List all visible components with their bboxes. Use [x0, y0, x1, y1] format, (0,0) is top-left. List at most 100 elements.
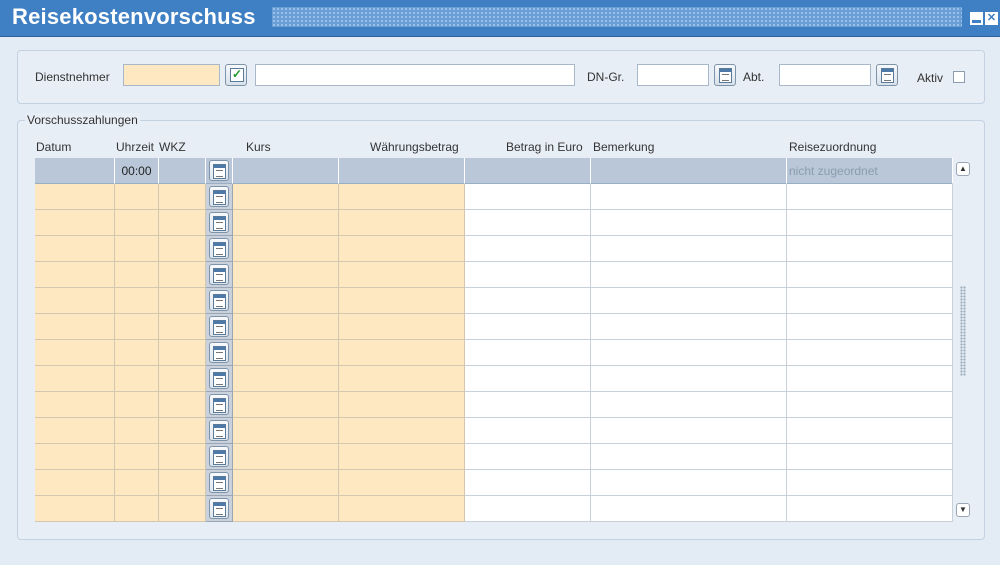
kurs-lookup-button[interactable]	[209, 368, 229, 389]
cell-bemerkung[interactable]	[591, 236, 787, 262]
cell-kurs[interactable]	[233, 158, 339, 184]
cell-waehrungsbetrag[interactable]	[339, 418, 465, 444]
title-drag-area[interactable]	[272, 7, 962, 27]
cell-betrag-euro[interactable]	[465, 418, 591, 444]
table-row[interactable]	[35, 236, 953, 262]
cell-wkz[interactable]	[159, 340, 206, 366]
cell-uhrzeit[interactable]	[115, 470, 159, 496]
cell-kurs-button[interactable]	[206, 496, 233, 522]
cell-betrag-euro[interactable]	[465, 236, 591, 262]
kurs-lookup-button[interactable]	[209, 472, 229, 493]
table-row[interactable]	[35, 288, 953, 314]
cell-datum[interactable]	[35, 470, 115, 496]
table-row[interactable]	[35, 340, 953, 366]
cell-reisezuordnung[interactable]	[787, 236, 953, 262]
cell-bemerkung[interactable]	[591, 418, 787, 444]
cell-kurs-button[interactable]	[206, 288, 233, 314]
cell-reisezuordnung[interactable]	[787, 340, 953, 366]
table-row[interactable]	[35, 444, 953, 470]
abt-field[interactable]	[779, 64, 871, 86]
cell-reisezuordnung[interactable]	[787, 288, 953, 314]
cell-wkz[interactable]	[159, 470, 206, 496]
cell-waehrungsbetrag[interactable]	[339, 236, 465, 262]
cell-wkz[interactable]	[159, 158, 206, 184]
cell-waehrungsbetrag[interactable]	[339, 158, 465, 184]
cell-datum[interactable]	[35, 392, 115, 418]
cell-kurs[interactable]	[233, 340, 339, 366]
cell-uhrzeit[interactable]	[115, 236, 159, 262]
kurs-lookup-button[interactable]	[209, 238, 229, 259]
cell-datum[interactable]	[35, 444, 115, 470]
cell-reisezuordnung[interactable]	[787, 496, 953, 522]
grid-scrollbar[interactable]: ▲ ▼	[955, 158, 970, 521]
table-row[interactable]: 00:00 nicht zugeordnet	[35, 158, 953, 184]
cell-reisezuordnung[interactable]	[787, 262, 953, 288]
kurs-lookup-button[interactable]	[209, 446, 229, 467]
cell-reisezuordnung[interactable]	[787, 392, 953, 418]
minimize-icon[interactable]	[970, 12, 983, 25]
cell-kurs[interactable]	[233, 288, 339, 314]
cell-waehrungsbetrag[interactable]	[339, 496, 465, 522]
cell-bemerkung[interactable]	[591, 366, 787, 392]
dngr-lookup-button[interactable]	[714, 64, 736, 86]
table-row[interactable]	[35, 184, 953, 210]
cell-bemerkung[interactable]	[591, 210, 787, 236]
cell-wkz[interactable]	[159, 392, 206, 418]
cell-kurs-button[interactable]	[206, 210, 233, 236]
cell-kurs-button[interactable]	[206, 236, 233, 262]
cell-waehrungsbetrag[interactable]	[339, 392, 465, 418]
cell-kurs[interactable]	[233, 314, 339, 340]
table-row[interactable]	[35, 392, 953, 418]
cell-reisezuordnung[interactable]	[787, 444, 953, 470]
table-row[interactable]	[35, 496, 953, 522]
cell-wkz[interactable]	[159, 496, 206, 522]
cell-betrag-euro[interactable]	[465, 340, 591, 366]
cell-wkz[interactable]	[159, 366, 206, 392]
cell-bemerkung[interactable]	[591, 470, 787, 496]
cell-waehrungsbetrag[interactable]	[339, 210, 465, 236]
cell-bemerkung[interactable]	[591, 288, 787, 314]
cell-betrag-euro[interactable]	[465, 262, 591, 288]
cell-reisezuordnung[interactable]	[787, 210, 953, 236]
dienstnehmer-name-field[interactable]	[255, 64, 575, 86]
kurs-lookup-button[interactable]	[209, 394, 229, 415]
cell-reisezuordnung[interactable]	[787, 418, 953, 444]
cell-uhrzeit[interactable]	[115, 392, 159, 418]
cell-kurs-button[interactable]	[206, 262, 233, 288]
dienstnehmer-id-field[interactable]	[123, 64, 220, 86]
cell-datum[interactable]	[35, 288, 115, 314]
cell-datum[interactable]	[35, 210, 115, 236]
cell-uhrzeit[interactable]	[115, 210, 159, 236]
cell-waehrungsbetrag[interactable]	[339, 184, 465, 210]
cell-datum[interactable]	[35, 236, 115, 262]
cell-datum[interactable]	[35, 314, 115, 340]
cell-kurs-button[interactable]	[206, 392, 233, 418]
cell-waehrungsbetrag[interactable]	[339, 340, 465, 366]
cell-betrag-euro[interactable]	[465, 392, 591, 418]
cell-datum[interactable]	[35, 496, 115, 522]
dngr-field[interactable]	[637, 64, 709, 86]
table-row[interactable]	[35, 470, 953, 496]
close-icon[interactable]: ✕	[985, 12, 998, 25]
cell-betrag-euro[interactable]	[465, 314, 591, 340]
cell-kurs-button[interactable]	[206, 444, 233, 470]
kurs-lookup-button[interactable]	[209, 290, 229, 311]
cell-betrag-euro[interactable]	[465, 184, 591, 210]
cell-kurs-button[interactable]	[206, 470, 233, 496]
cell-betrag-euro[interactable]	[465, 288, 591, 314]
cell-uhrzeit[interactable]: 00:00	[115, 158, 159, 184]
cell-kurs-button[interactable]	[206, 314, 233, 340]
cell-uhrzeit[interactable]	[115, 262, 159, 288]
cell-datum[interactable]	[35, 184, 115, 210]
cell-datum[interactable]	[35, 340, 115, 366]
cell-waehrungsbetrag[interactable]	[339, 366, 465, 392]
cell-bemerkung[interactable]	[591, 184, 787, 210]
cell-datum[interactable]	[35, 418, 115, 444]
cell-kurs[interactable]	[233, 366, 339, 392]
cell-datum[interactable]	[35, 262, 115, 288]
cell-uhrzeit[interactable]	[115, 496, 159, 522]
dienstnehmer-lookup-button[interactable]: ✓	[225, 64, 247, 86]
kurs-lookup-button[interactable]	[209, 212, 229, 233]
cell-wkz[interactable]	[159, 210, 206, 236]
cell-wkz[interactable]	[159, 262, 206, 288]
